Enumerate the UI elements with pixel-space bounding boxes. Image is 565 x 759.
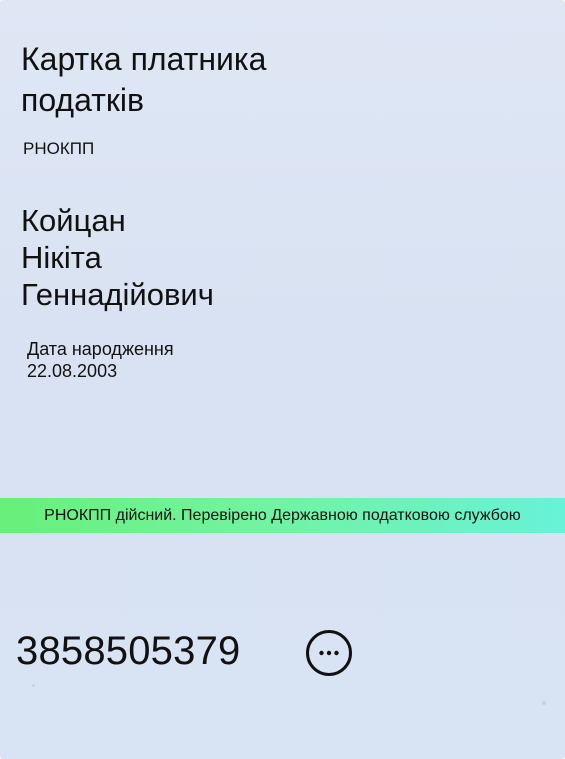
birth-date-label: Дата народження <box>27 339 174 359</box>
verification-status-text: РНОКПП дійсний. Перевірено Державною под… <box>44 506 521 524</box>
tax-card: Картка платника податків РНОКПП Койцан Н… <box>0 0 565 759</box>
tax-id-label: РНОКПП <box>23 139 95 158</box>
person-name: Койцан Нікіта Геннадійович <box>21 203 214 312</box>
tax-number: 3858505379 <box>16 629 241 673</box>
card-title: Картка платника податків <box>21 41 267 118</box>
more-options-icon <box>306 630 352 676</box>
birth-date-value: 22.08.2003 <box>27 361 118 381</box>
verification-banner: РНОКПП дійсний. Перевірено Державною под… <box>0 498 565 533</box>
paper-speck <box>542 701 546 705</box>
more-options-button[interactable] <box>305 629 353 677</box>
paper-speck <box>32 684 35 687</box>
